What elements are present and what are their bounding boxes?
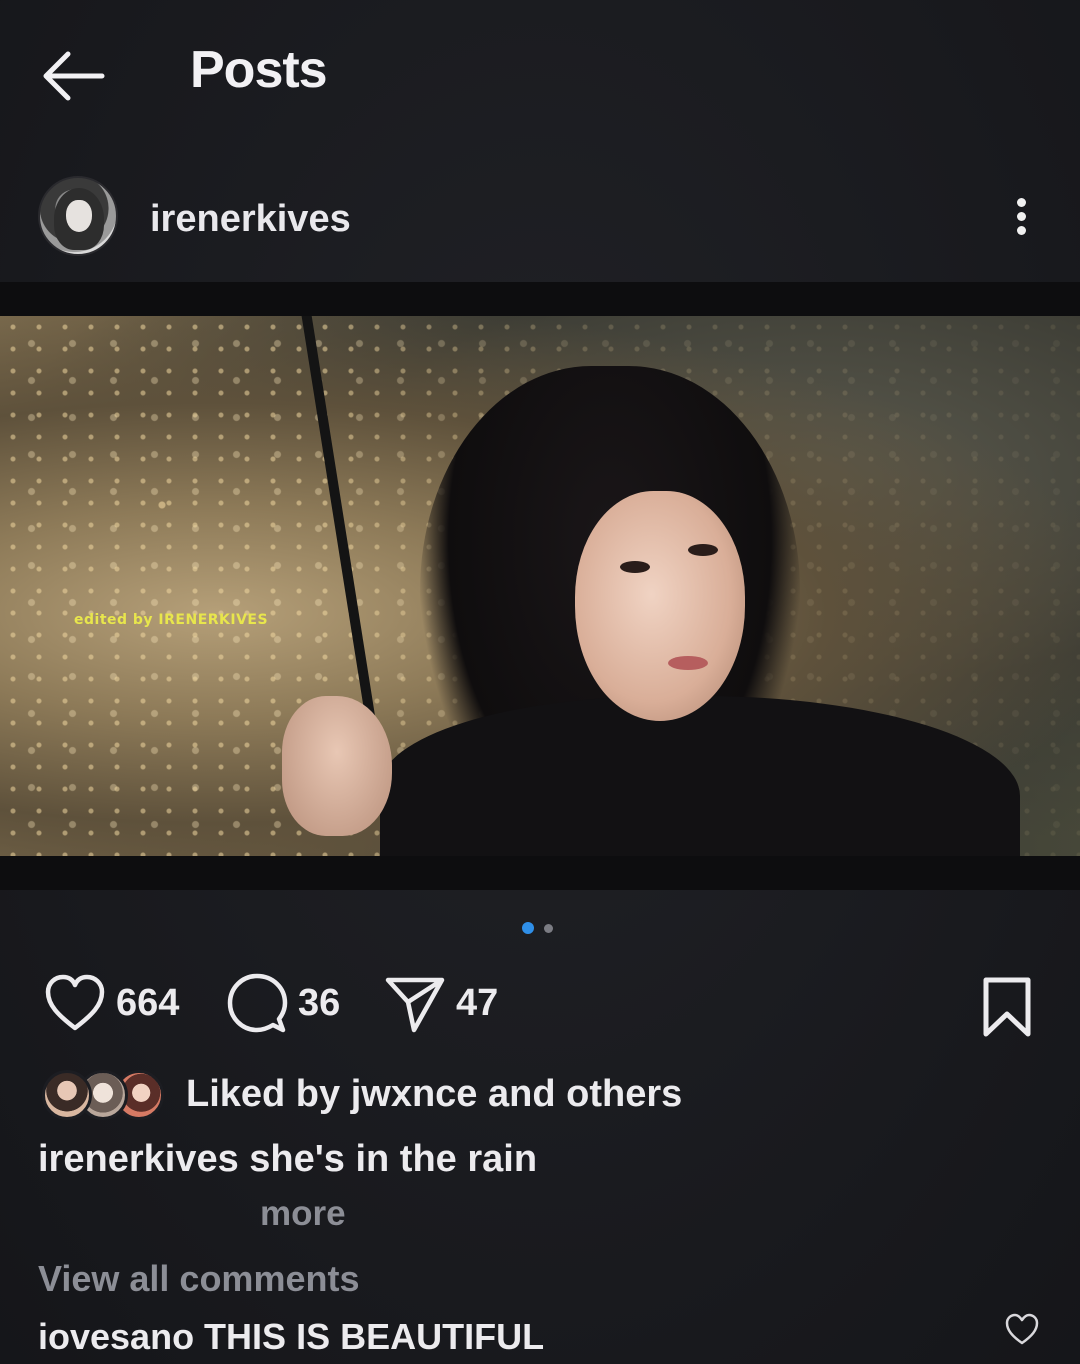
action-bar: 664 36 47 (0, 968, 1080, 1038)
avatar-face (66, 200, 92, 232)
comment-count: 36 (298, 981, 341, 1024)
share-count: 47 (456, 981, 499, 1024)
liked-by-text: Liked by jwxnce and others (186, 1073, 683, 1115)
view-all-comments-link[interactable]: View all comments (38, 1258, 359, 1300)
like-count: 664 (116, 981, 180, 1024)
more-dot-icon (1017, 198, 1026, 207)
page-title: Posts (190, 41, 328, 99)
heart-icon (45, 974, 105, 1031)
comment-button[interactable]: 36 (226, 968, 340, 1038)
share-button[interactable]: 47 (384, 968, 498, 1038)
carousel-dot (544, 924, 553, 933)
subject-face (575, 491, 745, 721)
bookmark-icon (983, 977, 1031, 1037)
watermark-text: edited by IRENERKIVES (74, 612, 269, 628)
subject-lips (668, 656, 708, 670)
carousel-indicator (522, 922, 562, 936)
more-dot-icon (1017, 226, 1026, 235)
carousel-dot-active (522, 922, 534, 934)
more-dot-icon (1017, 212, 1026, 221)
subject-hand (282, 696, 392, 836)
comment-like-button[interactable] (1004, 1312, 1040, 1346)
post-media[interactable]: edited by IRENERKIVES (0, 282, 1080, 890)
back-button[interactable] (40, 48, 106, 104)
post-image: edited by IRENERKIVES (0, 316, 1080, 856)
liked-by-row[interactable]: Liked by jwxnce and others (0, 1066, 1080, 1124)
save-button[interactable] (978, 976, 1036, 1038)
heart-icon (1005, 1313, 1039, 1345)
arrow-left-icon (43, 51, 105, 101)
caption-more-link[interactable]: more (260, 1194, 346, 1234)
top-bar: Posts (0, 0, 1080, 150)
like-button[interactable]: 664 (44, 968, 179, 1038)
post-username[interactable]: irenerkives (150, 198, 351, 241)
post-caption: irenerkives she's in the rain (38, 1138, 538, 1180)
subject-eye (620, 561, 650, 573)
avatar[interactable] (38, 176, 118, 256)
more-options-button[interactable] (1002, 192, 1042, 242)
paper-plane-icon (385, 977, 445, 1033)
liker-avatar (42, 1070, 92, 1120)
subject-eye (688, 544, 718, 556)
post-header: irenerkives (0, 170, 1080, 266)
comment-bubble-icon (227, 973, 288, 1033)
top-comment: iovesano THIS IS BEAUTIFUL (38, 1316, 545, 1357)
